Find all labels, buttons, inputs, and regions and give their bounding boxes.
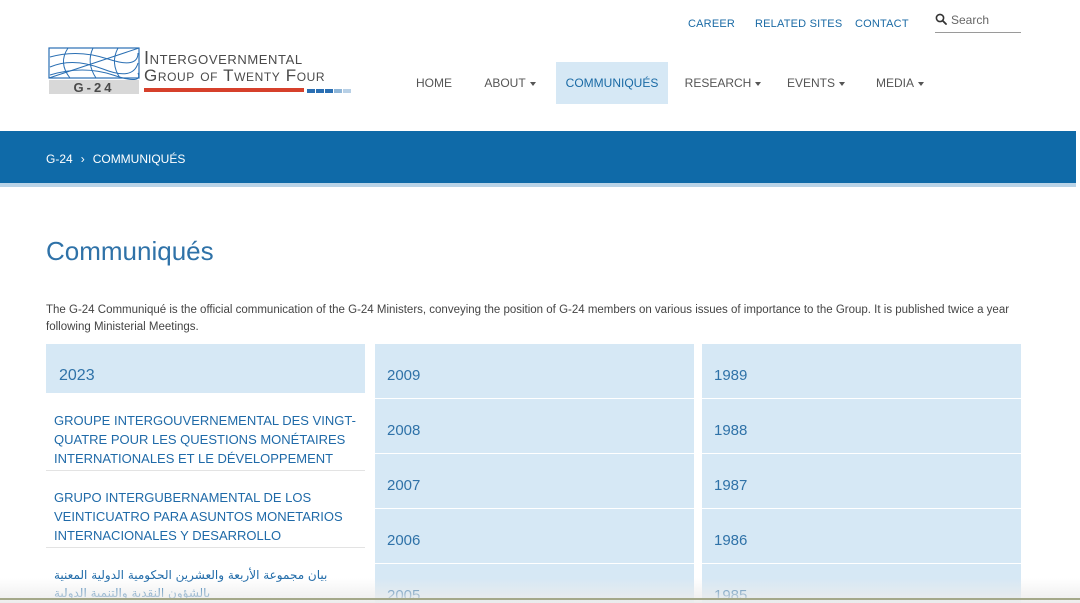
nav-home[interactable]: HOME xyxy=(408,62,460,104)
nav-media[interactable]: MEDIA xyxy=(866,62,934,104)
breadcrumb-current: COMMUNIQUÉS xyxy=(92,152,186,166)
logo-line-2: Group of Twenty Four xyxy=(144,66,326,85)
logo-square xyxy=(325,89,333,93)
document-link[interactable]: Groupe Intergouvernemental des Vingt-Qua… xyxy=(54,411,359,468)
year-label: 2023 xyxy=(59,367,95,384)
nav-about-label: ABOUT xyxy=(484,76,526,90)
year-row[interactable]: 1986 xyxy=(702,509,1021,564)
window-bottom-edge xyxy=(0,598,1080,600)
year-row[interactable]: 2009 xyxy=(375,344,694,399)
year-label: 1988 xyxy=(714,422,748,439)
logo-red-bar xyxy=(144,88,304,92)
utility-bar: CAREER RELATED SITES CONTACT xyxy=(0,0,1080,44)
divider xyxy=(46,547,365,548)
chevron-down-icon xyxy=(918,81,924,86)
breadcrumb: G-24 › COMMUNIQUÉS xyxy=(46,152,185,166)
year-label: 2008 xyxy=(387,422,421,439)
divider xyxy=(46,470,365,471)
year-row[interactable]: 1989 xyxy=(702,344,1021,399)
year-column-2000s: 2009 2008 2007 2006 2005 xyxy=(375,344,694,603)
page-title: Communiqués xyxy=(46,236,214,266)
year-label: 1987 xyxy=(714,477,748,494)
year-column-1980s: 1989 1988 1987 1986 1985 xyxy=(702,344,1021,603)
chevron-right-icon: › xyxy=(80,152,85,166)
year-row[interactable]: 1988 xyxy=(702,399,1021,454)
nav-about[interactable]: ABOUT xyxy=(476,62,544,104)
logo-square xyxy=(316,89,324,93)
nav-communiques[interactable]: COMMUNIQUÉS xyxy=(556,62,668,104)
page-intro: The G-24 Communiqué is the official comm… xyxy=(46,304,1010,333)
nav-events-label: EVENTS xyxy=(786,76,835,90)
year-label: 2006 xyxy=(387,532,421,549)
year-row[interactable]: 2008 xyxy=(375,399,694,454)
nav-communiques-label: COMMUNIQUÉS xyxy=(565,76,659,90)
year-column-2023: 2023 Groupe Intergouvernemental des Ving… xyxy=(46,344,365,603)
nav-events[interactable]: EVENTS xyxy=(780,62,852,104)
year-label: 1986 xyxy=(714,532,748,549)
search-box[interactable] xyxy=(935,10,1021,33)
nav-media-label: MEDIA xyxy=(875,76,914,90)
year-label: 2007 xyxy=(387,477,421,494)
year-row[interactable]: 2006 xyxy=(375,509,694,564)
related-sites-link[interactable]: RELATED SITES xyxy=(755,18,842,30)
logo-square xyxy=(307,89,315,93)
logo-globe-icon: G-24 xyxy=(48,47,140,95)
year-header[interactable]: 2023 xyxy=(46,344,365,393)
logo-mark-text: G-24 xyxy=(74,80,115,95)
logo-square xyxy=(334,89,342,93)
chevron-down-icon xyxy=(839,81,845,86)
document-link[interactable]: Grupo Intergubernamental de los Veinticu… xyxy=(54,488,359,545)
nav-research[interactable]: RESEARCH xyxy=(680,62,766,104)
contact-link[interactable]: CONTACT xyxy=(855,18,909,30)
nav-home-label: HOME xyxy=(416,76,452,90)
breadcrumb-root[interactable]: G-24 xyxy=(46,152,73,166)
logo-square xyxy=(343,89,351,93)
year-row[interactable]: 2007 xyxy=(375,454,694,509)
career-link[interactable]: CAREER xyxy=(688,18,735,30)
chevron-down-icon xyxy=(529,81,536,86)
nav-research-label: RESEARCH xyxy=(684,76,752,90)
search-icon[interactable] xyxy=(935,13,947,25)
g24-logo[interactable]: G-24 Intergovernmental Group of Twenty F… xyxy=(48,47,354,95)
breadcrumb-band: G-24 › COMMUNIQUÉS xyxy=(0,131,1076,187)
year-row[interactable]: 1987 xyxy=(702,454,1021,509)
year-label: 2009 xyxy=(387,367,421,384)
search-input[interactable] xyxy=(951,10,1019,30)
year-label: 1989 xyxy=(714,367,748,384)
chevron-down-icon xyxy=(755,81,762,86)
